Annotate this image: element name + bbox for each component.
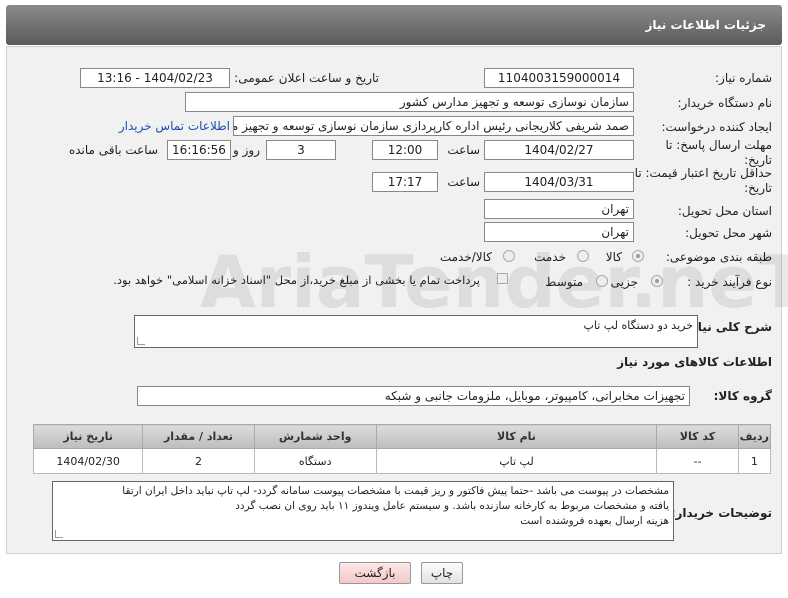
resize-grip-icon[interactable] [137,337,145,345]
col-header-date: تاریخ نیاز [32,424,144,449]
cell-quantity: 2 [142,448,255,474]
col-header-quantity: تعداد / مقدار [142,424,255,449]
category-option-goods: کالا [605,250,622,264]
back-button[interactable]: بازگشت [339,562,411,584]
col-header-name: نام کالا [375,424,658,449]
requester-field: صمد شریفی کلاریجانی رئیس اداره کارپردازی… [233,116,634,136]
description-text: خرید دو دستگاه لپ تاپ [583,319,693,332]
goods-group-label: گروه کالا: [713,389,772,403]
treasury-payment-note: پرداخت تمام یا بخشی از مبلغ خرید،از محل … [113,273,480,287]
category-radio-goods[interactable] [632,250,644,262]
category-option-service: خدمت [534,250,566,264]
price-validity-date: 1404/03/31 [484,172,634,192]
print-button[interactable]: چاپ [421,562,463,584]
delivery-province-label: استان محل تحویل: [677,204,772,218]
price-validity-time: 17:17 [372,172,438,192]
delivery-province-field: تهران [484,199,634,219]
col-header-unit: واحد شمارش [253,424,377,449]
buyer-notes-line-1: مشخصات در پیوست می باشد -حتما پیش فاکتور… [122,485,669,497]
category-label: طبقه بندی موضوعی: [665,250,772,264]
col-header-row-num: ردیف [737,424,772,449]
delivery-city-label: شهر محل تحویل: [685,226,772,240]
description-textarea: خرید دو دستگاه لپ تاپ [134,315,698,348]
remaining-time-field: 16:16:56 [167,140,231,160]
cell-date: 1404/02/30 [32,448,144,474]
table-header-row: ردیف کد کالا نام کالا واحد شمارش تعداد /… [32,424,772,449]
category-radio-service[interactable] [577,250,589,262]
reply-deadline-label: مهلت ارسال پاسخ: تا تاریخ: [665,138,772,167]
cell-unit: دستگاه [253,448,377,474]
buyer-notes-label: توضیحات خریدار: [670,506,772,520]
price-validity-label: حداقل تاریخ اعتبار قیمت: تا تاریخ: [634,166,772,195]
process-radio-minor[interactable] [651,275,663,287]
announce-datetime-field: 1404/02/23 - 13:16 [80,68,230,88]
category-radio-goods-service[interactable] [503,250,515,262]
buyer-notes-textarea: مشخصات در پیوست می باشد -حتما پیش فاکتور… [52,481,674,541]
process-option-medium: متوسط [545,275,583,289]
buyer-notes-line-2: یافته و مشخصات مربوط به کارخانه سازنده ب… [235,500,669,512]
need-number-label: شماره نیاز: [715,71,772,85]
cell-name: لپ تاپ [375,448,658,474]
buyer-notes-line-3: هزینه ارسال بعهده فروشنده است [520,515,669,527]
page-header: جزئیات اطلاعات نیاز [6,5,782,45]
process-type-label: نوع فرآیند خرید : [687,275,772,289]
col-header-code: کد کالا [656,424,739,449]
reply-days-field: 3 [266,140,336,160]
requester-label: ایجاد کننده درخواست: [661,120,772,134]
buyer-contact-link[interactable]: اطلاعات تماس خریدار [119,119,230,133]
treasury-payment-checkbox[interactable] [497,273,508,284]
category-option-goods-service: کالا/خدمت [439,250,492,264]
price-time-label: ساعت [447,175,480,189]
description-label: شرح کلی نیاز: [686,320,772,334]
table-row: 1 -- لپ تاپ دستگاه 2 1404/02/30 [32,448,772,474]
process-option-minor: جزیی [610,275,638,289]
cell-row-num: 1 [737,448,772,474]
reply-time-label: ساعت [447,143,480,157]
goods-section-title: اطلاعات کالاهای مورد نیاز [617,355,772,369]
announce-datetime-label: تاریخ و ساعت اعلان عمومی: [234,71,379,85]
buyer-org-field: سازمان نوسازی توسعه و تجهیز مدارس کشور [185,92,634,112]
reply-deadline-date: 1404/02/27 [484,140,634,160]
items-table: ردیف کد کالا نام کالا واحد شمارش تعداد /… [32,424,772,474]
delivery-city-field: تهران [484,222,634,242]
days-label: روز و [233,143,260,157]
notes-resize-grip-icon[interactable] [55,530,63,538]
need-number-field: 1104003159000014 [484,68,634,88]
process-radio-medium[interactable] [596,275,608,287]
remaining-label: ساعت باقی مانده [68,143,158,157]
goods-group-field: تجهیزات مخابراتی، کامپیوتر، موبایل، ملزو… [137,386,690,406]
page-title: جزئیات اطلاعات نیاز [645,18,766,32]
reply-deadline-time: 12:00 [372,140,438,160]
cell-code: -- [656,448,739,474]
buyer-org-label: نام دستگاه خریدار: [677,96,773,110]
